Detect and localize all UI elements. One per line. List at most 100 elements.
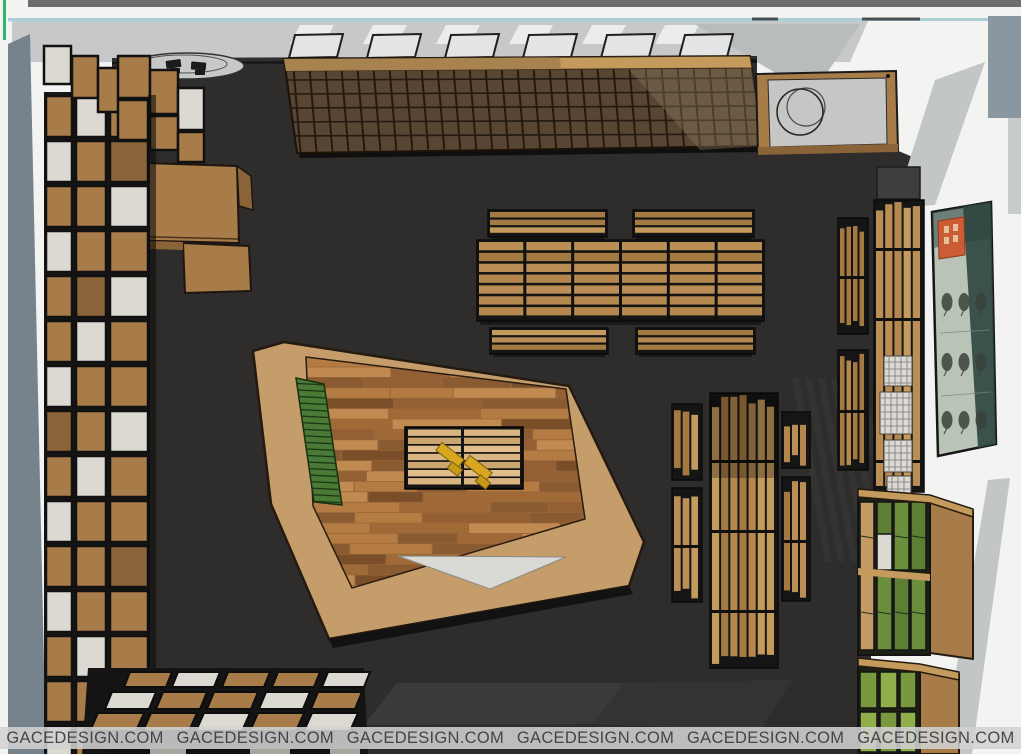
watermark-text: GACEDESIGN.COM <box>6 729 163 748</box>
entry-counter <box>756 71 898 155</box>
shelf-cell <box>76 276 106 317</box>
shelf-cell <box>46 456 72 497</box>
shelf-cell <box>76 501 106 542</box>
shelf-cell <box>110 501 148 542</box>
top-edge-strip <box>28 0 1021 7</box>
locker-cell <box>900 672 916 708</box>
display-cube <box>272 672 320 687</box>
botanical-print <box>942 293 953 311</box>
shelf-cell <box>76 231 106 272</box>
shelf-cell <box>46 366 72 407</box>
rendered-scene: GACEDESIGN.COM GACEDESIGN.COM GACEDESIGN… <box>0 0 1021 754</box>
shelf-cell <box>46 591 72 632</box>
shelf-cell <box>110 141 148 182</box>
display-cube <box>207 692 258 709</box>
frame-mark <box>862 18 920 21</box>
poster-orange-seal <box>938 217 965 259</box>
interior-render <box>0 0 1021 754</box>
display-cube <box>124 672 172 687</box>
wall-bench-column <box>838 167 924 502</box>
watermark-text: GACEDESIGN.COM <box>687 729 844 748</box>
watermark-text: GACEDESIGN.COM <box>177 729 334 748</box>
shelf-side-face <box>930 497 973 659</box>
watermark-text: GACEDESIGN.COM <box>347 729 504 748</box>
shelf-cell <box>110 591 148 632</box>
shelf-shadow <box>148 95 156 754</box>
botanical-print <box>976 411 987 429</box>
botanical-print <box>976 293 987 311</box>
shelf-cell <box>46 546 72 587</box>
watermark-text: GACEDESIGN.COM <box>517 729 674 748</box>
display-cube <box>222 672 270 687</box>
locker-cell <box>880 672 897 708</box>
shelf-cell <box>110 186 148 227</box>
chair <box>195 70 205 75</box>
shelf-cell <box>76 321 106 362</box>
counter-dot <box>886 74 890 78</box>
glass-pane <box>601 34 655 58</box>
shelf-box <box>178 132 204 162</box>
watermark-text: GACEDESIGN.COM <box>857 729 1014 748</box>
shelf-cell <box>76 186 106 227</box>
shelf-cell <box>76 456 106 497</box>
display-cube <box>259 692 310 709</box>
shelf-cell <box>46 186 72 227</box>
shelf-cell <box>46 231 72 272</box>
shelf-box <box>44 46 71 84</box>
display-cube <box>105 692 156 709</box>
shelf-cell <box>76 411 106 452</box>
shelf-cell <box>76 546 106 587</box>
shelf-cell <box>46 411 72 452</box>
axis-line-green <box>3 0 6 40</box>
frame-mark <box>752 18 778 21</box>
desk-extension <box>183 243 251 293</box>
shelf-box <box>178 88 204 130</box>
seal-mark <box>953 235 958 242</box>
display-cube <box>172 672 220 687</box>
table-shadow <box>710 393 778 478</box>
counter-top <box>768 78 887 147</box>
watermark-band: GACEDESIGN.COM GACEDESIGN.COM GACEDESIGN… <box>0 727 1021 749</box>
seal-mark <box>944 226 949 233</box>
shelf-cell <box>110 276 148 317</box>
shelf-cell <box>110 231 148 272</box>
shelf-cell <box>46 636 72 677</box>
glass-pane <box>289 34 343 58</box>
shelf-cell <box>46 141 72 182</box>
shelf-cell <box>76 141 106 182</box>
display-cube <box>311 692 362 709</box>
dark-cabinet <box>877 167 920 199</box>
light-patch <box>592 680 792 730</box>
chair <box>191 61 207 70</box>
shelf-cell <box>46 681 72 722</box>
botanical-print <box>942 353 953 371</box>
locker-cell-white <box>877 534 892 570</box>
green-shelf-upper <box>858 489 973 659</box>
shelf-cell <box>76 591 106 632</box>
right-corner-wall <box>988 16 1021 118</box>
lattice-wall-panel <box>282 50 766 158</box>
panel-top-bar-left <box>284 58 561 72</box>
shelf-cell <box>110 321 148 362</box>
shelf-cell <box>110 411 148 452</box>
glass-pane <box>445 34 499 58</box>
shelf-box <box>72 56 98 98</box>
shelf-cell <box>110 456 148 497</box>
glass-pane <box>367 34 421 58</box>
shelf-cell <box>110 546 148 587</box>
shelf-cell <box>46 276 72 317</box>
shelf-cell <box>76 366 106 407</box>
seal-mark <box>953 224 958 231</box>
display-cube <box>322 672 370 687</box>
display-cube <box>156 692 207 709</box>
botanical-print <box>959 353 970 371</box>
shelf-cells <box>46 96 148 754</box>
shelf-cell <box>46 321 72 362</box>
shelf-box <box>118 100 148 140</box>
botanical-print <box>959 411 970 429</box>
botanical-print <box>976 353 987 371</box>
shelf-box <box>118 56 150 98</box>
platform-table <box>405 427 523 489</box>
botanical-print <box>959 293 970 311</box>
shelf-cell <box>46 501 72 542</box>
